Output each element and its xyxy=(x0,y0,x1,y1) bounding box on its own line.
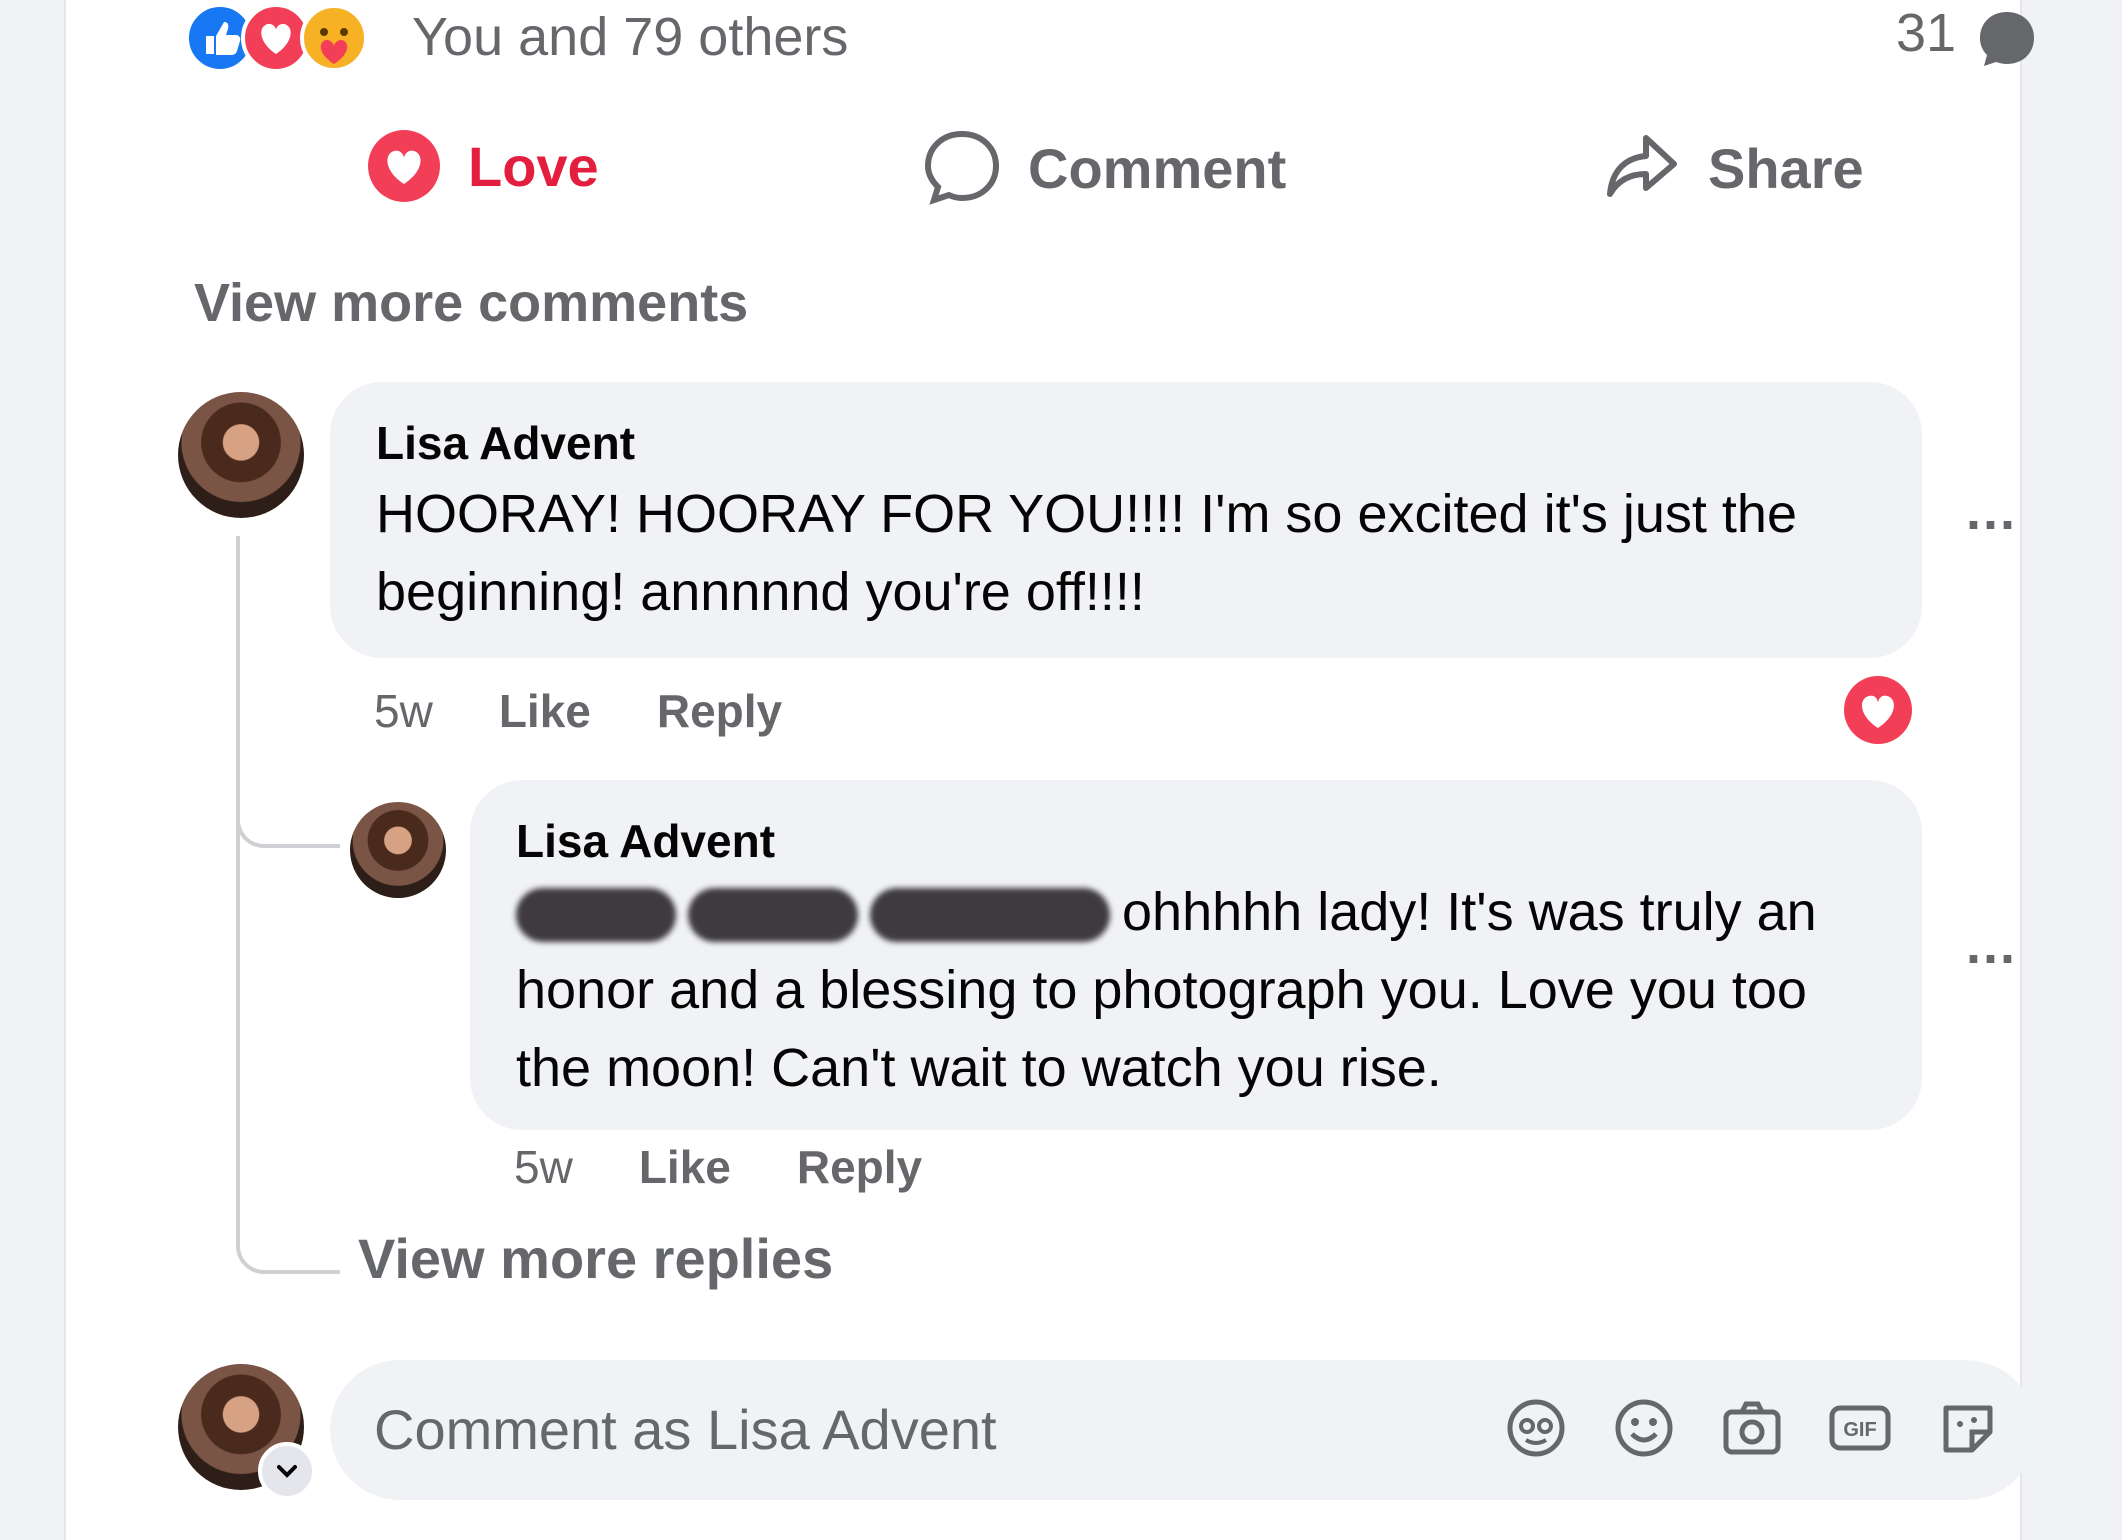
thread-line xyxy=(236,536,340,1274)
reply-text-block: ohhhhh lady! It's was truly an honor and… xyxy=(516,873,1878,1107)
comment-text: HOORAY! HOORAY FOR YOU!!!! I'm so excite… xyxy=(376,483,1797,622)
comment-bubble-icon xyxy=(1980,12,2034,66)
chevron-down-icon xyxy=(277,1465,297,1478)
reply-meta: 5w Like Reply xyxy=(514,1140,922,1194)
like-button[interactable]: Like xyxy=(639,1140,731,1194)
reply-time[interactable]: 5w xyxy=(514,1140,573,1194)
emoji-icon[interactable] xyxy=(1612,1396,1676,1460)
avatar-sticker-icon[interactable] xyxy=(1504,1396,1568,1460)
reply-author[interactable]: Lisa Advent xyxy=(516,816,1878,867)
reply-button[interactable]: Reply xyxy=(657,684,782,738)
avatar[interactable] xyxy=(178,392,304,518)
love-icon[interactable] xyxy=(1842,674,1914,746)
love-label: Love xyxy=(468,134,599,198)
camera-icon[interactable] xyxy=(1720,1396,1784,1460)
reaction-summary[interactable]: You and 79 others xyxy=(412,6,848,68)
composer-tools: GIF xyxy=(1504,1396,2000,1460)
comment-count[interactable]: 31 xyxy=(1896,2,1956,64)
comment-button[interactable]: Comment xyxy=(922,128,1286,208)
redacted-mention xyxy=(870,888,1110,943)
more-options-button[interactable]: ... xyxy=(1966,914,2017,976)
more-options-button[interactable]: ... xyxy=(1966,480,2017,542)
comment-icon xyxy=(924,130,1000,205)
reply-bubble: Lisa Advent ohhhhh lady! It's was truly … xyxy=(470,780,1922,1130)
comment-meta: 5w Like Reply xyxy=(374,684,782,738)
view-more-comments-link[interactable]: View more comments xyxy=(194,272,748,334)
gif-icon[interactable]: GIF xyxy=(1828,1396,1892,1460)
share-icon xyxy=(1607,135,1677,197)
comment-input[interactable] xyxy=(372,1388,1456,1470)
comment-bubble: Lisa Advent HOORAY! HOORAY FOR YOU!!!! I… xyxy=(330,382,1922,658)
comment-author[interactable]: Lisa Advent xyxy=(376,418,1878,469)
thread-branch xyxy=(236,796,340,848)
share-label: Share xyxy=(1708,136,1864,200)
sticker-icon[interactable] xyxy=(1936,1396,2000,1460)
avatar[interactable] xyxy=(350,802,446,898)
like-button[interactable]: Like xyxy=(499,684,591,738)
profile-switch-button[interactable] xyxy=(258,1442,316,1500)
redacted-mention xyxy=(688,888,858,943)
comment-composer: GIF xyxy=(330,1360,2036,1500)
view-more-replies-link[interactable]: View more replies xyxy=(358,1226,833,1291)
share-button[interactable]: Share xyxy=(1602,128,1864,208)
reply-button[interactable]: Reply xyxy=(797,1140,922,1194)
redacted-mention xyxy=(516,888,676,943)
love-button[interactable]: Love xyxy=(366,128,599,204)
reaction-icons[interactable] xyxy=(184,2,394,73)
love-icon xyxy=(368,130,440,202)
comment-time[interactable]: 5w xyxy=(374,684,433,738)
care-icon xyxy=(300,4,368,72)
comment-label: Comment xyxy=(1028,136,1287,200)
post-card: You and 79 others 31 Love Comment Share … xyxy=(64,0,2036,1540)
svg-text:GIF: GIF xyxy=(1843,1419,1876,1441)
